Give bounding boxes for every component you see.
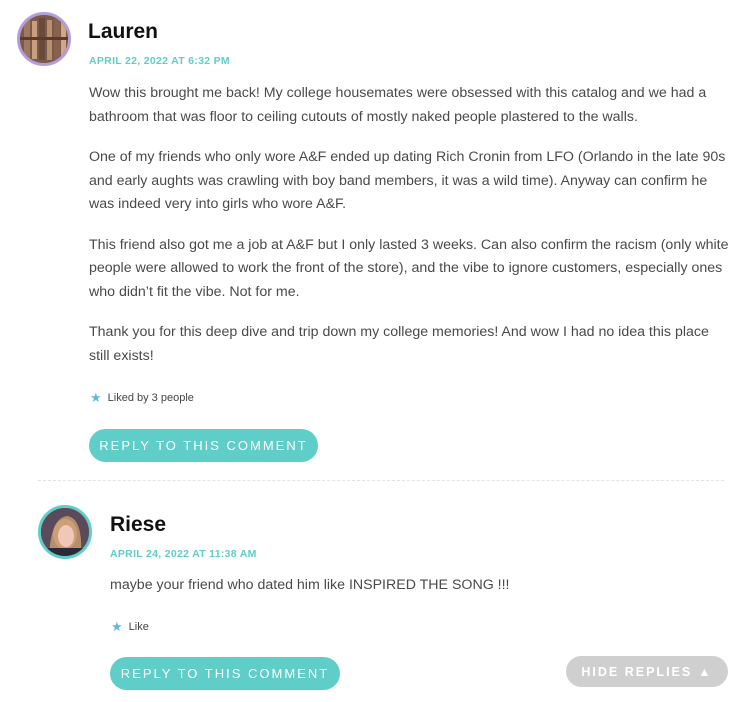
comment-author[interactable]: Lauren [88,20,158,44]
comment-paragraph: Wow this brought me back! My college hou… [89,85,707,125]
star-icon[interactable]: ★ [111,620,123,633]
comment-paragraph: This friend also got me a job at A&F but… [89,236,729,300]
star-icon[interactable]: ★ [90,391,102,404]
comment-date[interactable]: APRIL 24, 2022 AT 11:38 AM [110,548,257,560]
reply-button[interactable]: REPLY TO THIS COMMENT [89,429,318,462]
avatar-image [20,15,68,63]
comment-date[interactable]: APRIL 22, 2022 AT 6:32 PM [89,55,230,67]
likes-row: ★ Liked by 3 people [90,391,194,404]
comment-paragraph: One of my friends who only wore A&F ende… [89,149,726,212]
hide-replies-button[interactable]: HIDE REPLIES ▲ [566,656,728,687]
comment-divider [38,480,724,481]
comment-paragraph: Thank you for this deep dive and trip do… [89,324,709,364]
comment-author[interactable]: Riese [110,513,166,537]
comment-body: Wow this brought me back! My college hou… [89,82,729,385]
comment-body: maybe your friend who dated him like INS… [110,574,710,615]
avatar-lauren[interactable] [17,12,71,66]
reply-button[interactable]: REPLY TO THIS COMMENT [110,657,340,690]
avatar-riese[interactable] [38,505,92,559]
likes-count[interactable]: Liked by 3 people [108,392,194,404]
comment-paragraph: maybe your friend who dated him like INS… [110,577,510,593]
avatar-image [41,508,89,556]
likes-row: ★ Like [111,620,149,633]
hide-replies-label: HIDE REPLIES [581,664,693,679]
like-link[interactable]: Like [129,621,149,633]
caret-up-icon: ▲ [698,664,713,679]
